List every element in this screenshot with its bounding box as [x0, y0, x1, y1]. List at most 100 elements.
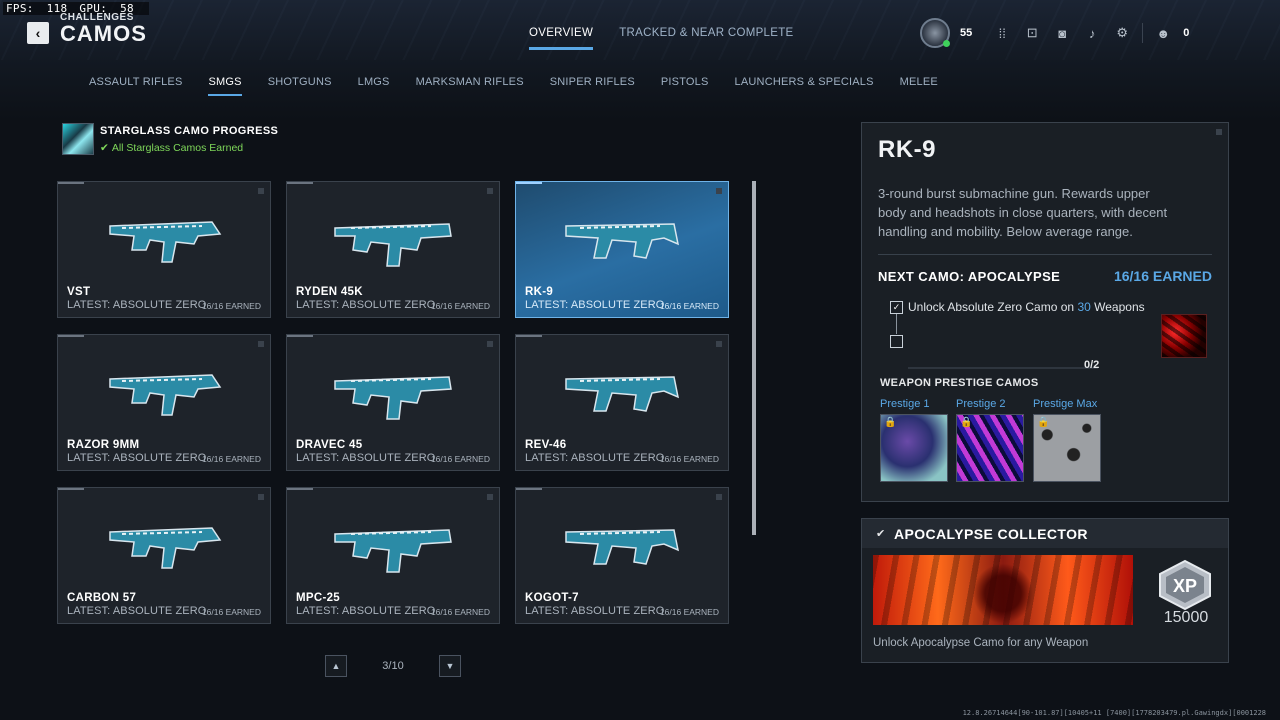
weapon-latest-camo: LATEST: ABSOLUTE ZERO	[525, 452, 665, 464]
prestige-camo-thumbnail: 🔒	[956, 414, 1024, 482]
card-top-line	[516, 182, 542, 184]
weapon-name: VST	[67, 286, 91, 298]
starglass-status: ✔ All Starglass Camos Earned	[100, 142, 244, 154]
weapon-image	[109, 527, 222, 569]
card-corner-mark	[258, 188, 264, 194]
card-corner-mark	[258, 494, 264, 500]
player-rank-icon[interactable]	[920, 18, 950, 48]
card-top-line	[287, 335, 313, 337]
weapon-latest-camo: LATEST: ABSOLUTE ZERO	[67, 299, 207, 311]
weapon-card[interactable]: DRAVEC 45 LATEST: ABSOLUTE ZERO 16/16 EARN…	[286, 334, 500, 471]
starglass-title: STARGLASS CAMO PROGRESS	[100, 125, 279, 137]
weapon-camo-earned: 16/16 EARNED	[659, 607, 719, 617]
page-indicator: 3/10	[382, 660, 404, 672]
tab-launchers-specials[interactable]: LAUNCHERS & SPECIALS	[735, 76, 874, 96]
checklist-connector	[896, 314, 897, 334]
card-corner-mark	[258, 341, 264, 347]
prestige-max[interactable]: Prestige Max 🔒	[1033, 398, 1101, 482]
chevron-left-icon: ‹	[35, 25, 41, 41]
top-tabs: OVERVIEW TRACKED & NEAR COMPLETE	[529, 27, 794, 50]
weapon-image	[334, 376, 452, 420]
panel-corner-mark	[1216, 129, 1222, 135]
weapon-name: REV-46	[525, 439, 567, 451]
tab-melee[interactable]: MELEE	[900, 76, 938, 96]
build-version: 12.8.26714644[90-101.87][10405+11 [7400]…	[962, 709, 1266, 717]
weapon-camo-earned: 16/16 EARNED	[430, 607, 490, 617]
weapon-card[interactable]: RYDEN 45K LATEST: ABSOLUTE ZERO 16/16 EARN…	[286, 181, 500, 318]
card-top-line	[287, 488, 313, 490]
friends-icon[interactable]: ☻	[1155, 25, 1171, 41]
grid-menu-icon[interactable]: ⁞⁞	[994, 25, 1010, 41]
loadout-icon[interactable]: ⊡	[1024, 25, 1040, 41]
hud-divider	[1142, 23, 1144, 43]
card-top-line	[58, 335, 84, 337]
weapon-name: RAZOR 9MM	[67, 439, 140, 451]
tab-lmgs[interactable]: LMGS	[358, 76, 390, 96]
card-corner-mark	[487, 341, 493, 347]
card-corner-mark	[716, 341, 722, 347]
tab-marksman-rifles[interactable]: MARKSMAN RIFLES	[416, 76, 524, 96]
prestige-1[interactable]: Prestige 1 🔒	[880, 398, 948, 482]
weapon-latest-camo: LATEST: ABSOLUTE ZERO	[296, 299, 436, 311]
tab-assault-rifles[interactable]: ASSAULT RIFLES	[89, 76, 182, 96]
card-corner-mark	[487, 494, 493, 500]
next-camo-label: NEXT CAMO: APOCALYPSE	[878, 269, 1061, 284]
weapon-name: RK-9	[525, 286, 554, 298]
party-count: 0	[1183, 27, 1190, 39]
lock-icon: 🔒	[960, 417, 973, 428]
prestige-title: WEAPON PRESTIGE CAMOS	[880, 377, 1039, 389]
weapon-latest-camo: LATEST: ABSOLUTE ZERO	[296, 452, 436, 464]
card-corner-mark	[716, 188, 722, 194]
weapon-image	[109, 221, 222, 263]
divider	[878, 254, 1212, 255]
back-button[interactable]: ‹	[27, 22, 49, 44]
camera-icon[interactable]: ◙	[1054, 25, 1070, 41]
page-down-button[interactable]: ▼	[439, 655, 461, 677]
weapon-camo-earned: 16/16 EARNED	[659, 301, 719, 311]
weapon-name: CARBON 57	[67, 592, 137, 604]
card-top-line	[58, 182, 84, 184]
xp-value: 15000	[1163, 609, 1209, 626]
tab-pistols[interactable]: PISTOLS	[661, 76, 709, 96]
weapon-card[interactable]: RK-9 LATEST: ABSOLUTE ZERO 16/16 EARNED	[515, 181, 729, 318]
weapon-title: RK-9	[878, 136, 937, 163]
weapon-camo-earned: 16/16 EARNED	[201, 607, 261, 617]
challenge-progress: 0/2	[1084, 359, 1100, 371]
weapon-latest-camo: LATEST: ABSOLUTE ZERO	[67, 605, 207, 617]
weapon-card[interactable]: VST LATEST: ABSOLUTE ZERO 16/16 EARNED	[57, 181, 271, 318]
settings-gear-icon[interactable]: ⚙	[1114, 25, 1130, 41]
card-corner-mark	[487, 188, 493, 194]
prestige-label: Prestige 1	[880, 398, 930, 410]
challenge-progress-bar	[908, 367, 1098, 369]
weapon-image	[565, 223, 680, 259]
weapon-card[interactable]: REV-46 LATEST: ABSOLUTE ZERO 16/16 EARNED	[515, 334, 729, 471]
weapon-card[interactable]: CARBON 57 LATEST: ABSOLUTE ZERO 16/16 EARN…	[57, 487, 271, 624]
weapon-name: MPC-25	[296, 592, 340, 604]
prestige-2[interactable]: Prestige 2 🔒	[956, 398, 1024, 482]
weapon-card[interactable]: RAZOR 9MM LATEST: ABSOLUTE ZERO 16/16 EARN…	[57, 334, 271, 471]
tab-smgs[interactable]: SMGS	[208, 76, 242, 96]
weapon-card[interactable]: MPC-25 LATEST: ABSOLUTE ZERO 16/16 EARNED	[286, 487, 500, 624]
weapon-name: KOGOT-7	[525, 592, 579, 604]
weapon-image	[109, 374, 222, 416]
card-top-line	[58, 488, 84, 490]
lock-icon: 🔒	[1037, 417, 1050, 428]
weapon-card[interactable]: KOGOT-7 LATEST: ABSOLUTE ZERO 16/16 EARNED	[515, 487, 729, 624]
scrollbar-thumb[interactable]	[752, 181, 756, 535]
tab-sniper-rifles[interactable]: SNIPER RIFLES	[550, 76, 635, 96]
apocalypse-camo-thumbnail[interactable]	[1161, 314, 1207, 358]
weapon-name: RYDEN 45K	[296, 286, 363, 298]
apocalypse-collector-panel[interactable]: ✔ APOCALYPSE COLLECTOR XP 15000 Unlock A…	[861, 518, 1229, 663]
grid-scrollbar[interactable]	[752, 181, 756, 535]
prestige-camo-thumbnail: 🔒	[1033, 414, 1101, 482]
pager: ▲ 3/10 ▼	[325, 655, 461, 677]
notification-bell-icon[interactable]: ♪	[1084, 25, 1100, 41]
tab-tracked-near-complete[interactable]: TRACKED & NEAR COMPLETE	[619, 27, 793, 50]
tab-overview[interactable]: OVERVIEW	[529, 27, 594, 50]
weapon-category-tabs: ASSAULT RIFLES SMGS SHOTGUNS LMGS MARKSM…	[89, 76, 964, 96]
weapon-detail-panel: RK-9 3-round burst submachine gun. Rewar…	[861, 122, 1229, 502]
weapon-camo-earned: 16/16 EARNED	[201, 301, 261, 311]
page-up-button[interactable]: ▲	[325, 655, 347, 677]
tab-shotguns[interactable]: SHOTGUNS	[268, 76, 332, 96]
card-top-line	[287, 182, 313, 184]
